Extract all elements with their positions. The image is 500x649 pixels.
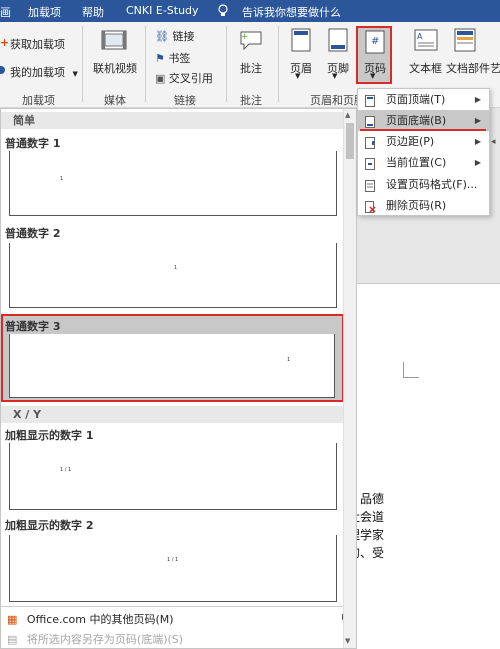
gallery-item-bold-number-1[interactable]: 1 / 1 bbox=[9, 443, 337, 510]
bookmark-button[interactable]: ⚑ 书签 bbox=[155, 50, 190, 66]
section-header-xy: X / Y bbox=[1, 406, 344, 423]
comment-button[interactable]: 批注 bbox=[240, 60, 262, 76]
gallery-item-title: 普通数字 2 bbox=[5, 227, 61, 240]
svg-text:A: A bbox=[417, 32, 423, 41]
scroll-up-icon[interactable]: ▲ bbox=[345, 111, 350, 119]
link-button[interactable]: ⛓ 链接 bbox=[155, 28, 194, 44]
online-video-button[interactable]: 联机视频 bbox=[93, 60, 137, 76]
ribbon-separator bbox=[82, 26, 83, 102]
tab-cnki[interactable]: CNKI E-Study bbox=[126, 4, 199, 17]
gallery-item-title: 普通数字 1 bbox=[5, 137, 61, 150]
textbox-button[interactable]: 文本框 bbox=[409, 60, 442, 76]
chevron-right-icon: ▶ bbox=[474, 137, 481, 146]
link-icon: ⛓ bbox=[155, 30, 169, 43]
office-icon: ▦ bbox=[7, 613, 18, 626]
get-addins-button[interactable]: + 获取加载项 bbox=[0, 36, 65, 52]
save-selection-menu-item: ▤ 将所选内容另存为页码(底端)(S) bbox=[7, 633, 184, 646]
gallery-item-title: 加粗显示的数字 2 bbox=[5, 519, 94, 532]
page-number-icon: # bbox=[365, 30, 385, 57]
group-label-comments: 批注 bbox=[240, 94, 262, 107]
tab-help[interactable]: 帮助 bbox=[82, 4, 104, 20]
cross-reference-icon: ▣ bbox=[155, 72, 166, 85]
gallery-page-preview: 1 bbox=[9, 334, 335, 398]
page-number-menu: 页面顶端(T) ▶ 页面底端(B) ▶ 页边距(P) ▶ 当前位置(C) ▶ 设… bbox=[357, 88, 490, 216]
dropdown-icon: ▼ bbox=[72, 70, 78, 78]
bookmark-icon: ⚑ bbox=[155, 52, 165, 65]
document-parts-icon bbox=[454, 28, 476, 55]
tab-cut[interactable]: 画 bbox=[0, 4, 11, 20]
online-video-icon bbox=[101, 28, 127, 55]
addins-icon bbox=[0, 65, 5, 78]
chevron-right-icon: ▶ bbox=[474, 158, 481, 167]
menu-item-page-margins[interactable]: 页边距(P) ▶ bbox=[358, 131, 489, 152]
page-number-gallery: 简单 普通数字 1 1 普通数字 2 1 普通数字 3 1 X / Y 加粗显示… bbox=[0, 108, 357, 649]
group-label-links: 链接 bbox=[174, 94, 196, 107]
comment-icon: + bbox=[238, 28, 264, 55]
footer-button[interactable]: 页脚 bbox=[327, 60, 349, 76]
chevron-right-icon: ▶ bbox=[474, 116, 481, 125]
cross-reference-button[interactable]: ▣ 交叉引用 bbox=[155, 70, 213, 86]
chevron-down-icon: ▼ bbox=[332, 72, 338, 80]
gallery-item-plain-number-1[interactable]: 1 bbox=[9, 151, 337, 216]
document-page-body bbox=[340, 283, 500, 649]
scrollbar-thumb[interactable] bbox=[346, 123, 354, 159]
group-label-addins: 加载项 bbox=[22, 94, 55, 107]
svg-text:+: + bbox=[241, 32, 249, 42]
svg-text:#: # bbox=[371, 36, 379, 47]
group-label-media: 媒体 bbox=[104, 94, 126, 107]
menu-item-format-page-numbers[interactable]: 设置页码格式(F)... bbox=[358, 174, 489, 195]
menu-item-remove-page-numbers[interactable]: 删除页码(R) bbox=[358, 195, 489, 216]
menu-item-top-of-page[interactable]: 页面顶端(T) ▶ bbox=[358, 89, 489, 110]
document-parts-button[interactable]: 文档部件 bbox=[446, 60, 490, 76]
scroll-down-icon[interactable]: ▼ bbox=[345, 637, 350, 645]
gallery-item-plain-number-3-selected[interactable]: 普通数字 3 1 bbox=[1, 314, 344, 402]
more-page-numbers-link[interactable]: ▦ Office.com 中的其他页码(M) bbox=[7, 611, 174, 627]
my-addins-button[interactable]: 我的加载项 ▼ bbox=[0, 64, 78, 80]
tab-addins[interactable]: 加载项 bbox=[28, 4, 61, 20]
chevron-down-icon: ▼ bbox=[370, 72, 376, 80]
tell-me-search[interactable]: 告诉我你想要做什么 bbox=[242, 4, 341, 20]
header-icon bbox=[291, 28, 311, 55]
gallery-item-title: 加粗显示的数字 1 bbox=[5, 429, 94, 442]
header-button[interactable]: 页眉 bbox=[290, 60, 312, 76]
lightbulb-icon bbox=[218, 4, 228, 20]
title-bar: 画 加载项 帮助 CNKI E-Study 告诉我你想要做什么 bbox=[0, 0, 500, 22]
ribbon-separator bbox=[145, 26, 146, 102]
chevron-right-icon: ▶ bbox=[474, 95, 481, 104]
doc-arrow-icon: ◂ bbox=[491, 137, 496, 147]
plus-icon: + bbox=[0, 36, 10, 49]
delete-icon bbox=[365, 199, 376, 220]
section-header-simple: 简单 bbox=[1, 112, 344, 129]
chevron-down-icon: ▼ bbox=[295, 72, 301, 80]
menu-item-current-position[interactable]: 当前位置(C) ▶ bbox=[358, 152, 489, 173]
wordart-button[interactable]: 艺 bbox=[490, 60, 500, 76]
ribbon-separator bbox=[226, 26, 227, 102]
save-gallery-icon: ▤ bbox=[7, 633, 18, 646]
gallery-item-plain-number-2[interactable]: 1 bbox=[9, 243, 337, 308]
textbox-icon: A bbox=[414, 28, 438, 55]
menu-item-bottom-of-page[interactable]: 页面底端(B) ▶ bbox=[358, 110, 489, 131]
gallery-divider bbox=[1, 606, 344, 607]
page-number-button[interactable]: # 页码 ▼ bbox=[356, 26, 392, 84]
ribbon-separator bbox=[278, 26, 279, 102]
margin-corner-mark bbox=[403, 362, 419, 378]
gallery-scrollbar[interactable]: ▲ ▼ bbox=[343, 109, 356, 648]
footer-icon bbox=[328, 28, 348, 55]
gallery-item-bold-number-2[interactable]: 1 / 1 bbox=[9, 535, 337, 602]
